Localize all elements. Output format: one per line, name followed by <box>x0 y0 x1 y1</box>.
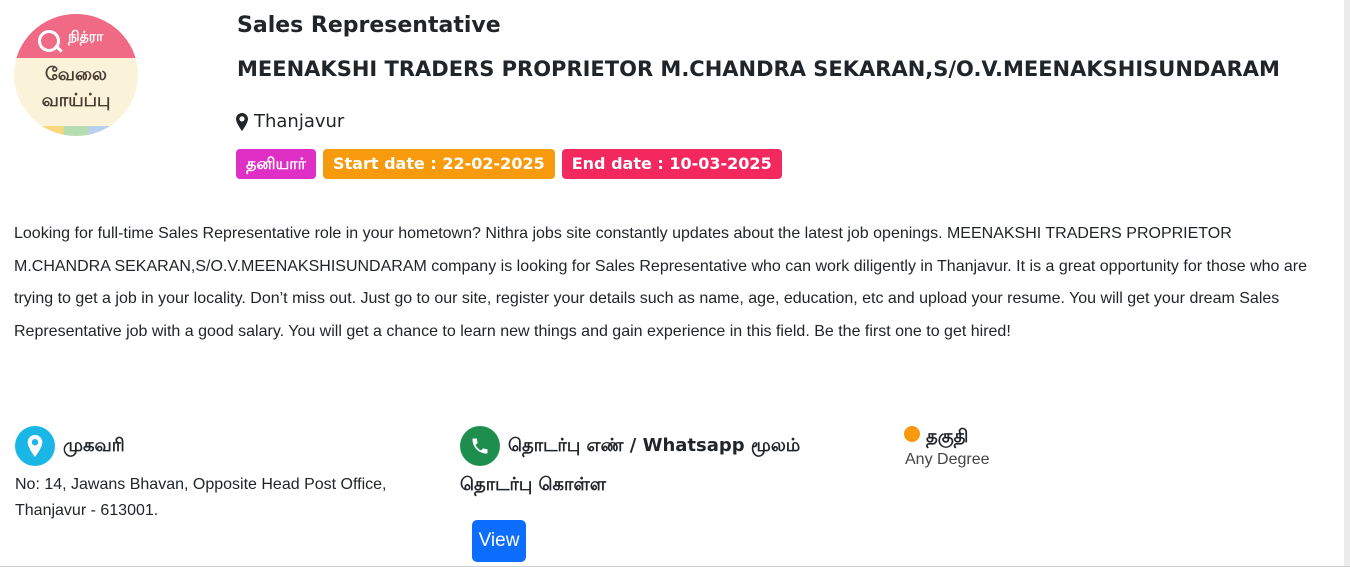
address-label: முகவரி <box>63 434 125 456</box>
job-location: Thanjavur <box>236 111 344 132</box>
job-title: Sales Representative <box>237 13 501 38</box>
logo-line-1: வேலை <box>45 64 107 85</box>
job-badges: தனியார் Start date : 22-02-2025 End date… <box>236 149 782 179</box>
contact-label-line-2: தொடர்பு கொள்ள <box>460 474 606 495</box>
qualification-section: தகுதி Any Degree <box>904 425 1204 469</box>
qualification-label: தகுதி <box>926 426 969 447</box>
logo-brand: நித்ரா <box>68 29 104 45</box>
qualification-heading: தகுதி <box>904 425 1204 449</box>
dot-icon <box>904 425 920 442</box>
address-heading: முகவரி <box>15 426 435 466</box>
qualification-value: Any Degree <box>905 451 990 468</box>
address-text: No: 14, Jawans Bhavan, Opposite Head Pos… <box>15 476 387 519</box>
page-scrollbar-track <box>1344 0 1350 567</box>
logo-color-stripe <box>14 126 138 136</box>
location-pin-icon <box>15 426 55 466</box>
phone-icon <box>460 426 500 466</box>
address-section: முகவரி No: 14, Jawans Bhavan, Opposite H… <box>15 426 435 524</box>
view-contact-button[interactable]: View <box>472 520 526 562</box>
start-date-badge: Start date : 22-02-2025 <box>323 149 555 179</box>
job-type-badge: தனியார் <box>236 149 316 179</box>
company-logo: நித்ரா வேலை வாய்ப்பு <box>14 14 138 136</box>
end-date-badge: End date : 10-03-2025 <box>561 149 782 179</box>
company-name: MEENAKSHI TRADERS PROPRIETOR M.CHANDRA S… <box>237 57 1280 81</box>
contact-label-line-1: தொடர்பு எண் / Whatsapp மூலம் <box>508 434 801 456</box>
job-description: Looking for full-time Sales Representati… <box>14 225 1307 340</box>
contact-heading: தொடர்பு எண் / Whatsapp மூலம் <box>460 426 880 466</box>
contact-section: தொடர்பு எண் / Whatsapp மூலம் தொடர்பு கொள… <box>460 426 880 562</box>
map-marker-icon <box>236 112 248 131</box>
location-label: Thanjavur <box>254 111 345 132</box>
logo-line-2: வாய்ப்பு <box>41 90 111 111</box>
